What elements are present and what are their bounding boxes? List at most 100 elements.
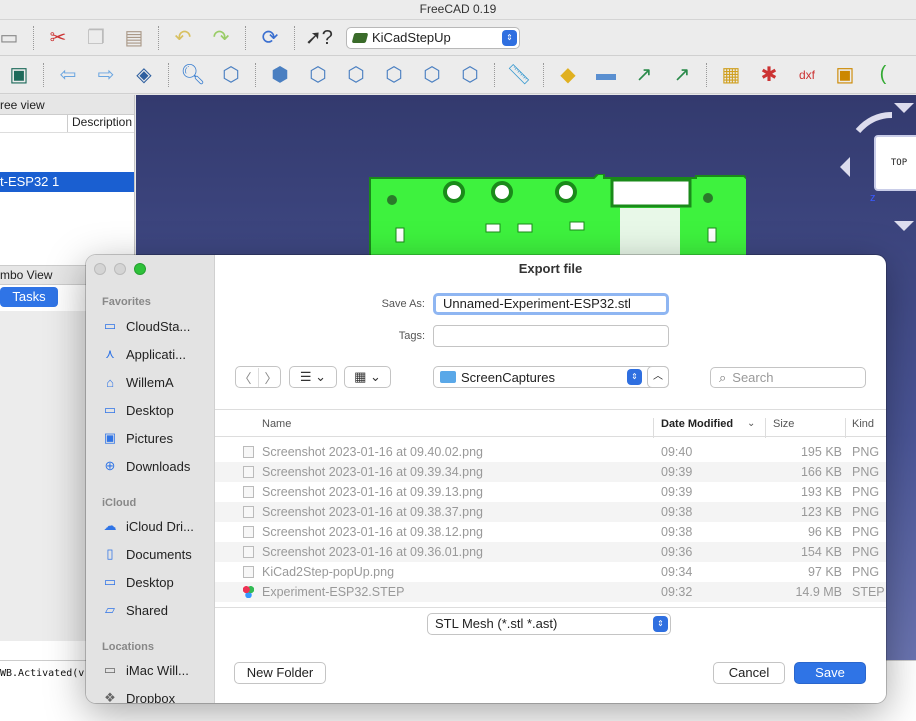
front-view-icon[interactable]: ⬢ — [265, 61, 295, 89]
chevron-left-icon[interactable]: 〈 — [232, 367, 259, 387]
undo-icon[interactable]: ↶ — [168, 24, 198, 52]
column-name[interactable]: Name — [262, 418, 291, 430]
column-size[interactable]: Size — [773, 418, 794, 430]
sidebar-item-shared[interactable]: ▱ Shared — [102, 600, 212, 620]
save-as-field[interactable]: Unnamed-Experiment-ESP32.stl — [433, 293, 669, 315]
search-placeholder: Search — [732, 370, 774, 385]
format-label: STL Mesh (*.stl *.ast) — [435, 616, 558, 631]
sidebar-item-documents[interactable]: ▯ Documents — [102, 544, 212, 564]
dropbox-icon: ❖ — [104, 690, 116, 703]
cut-icon[interactable]: ✂ — [43, 24, 73, 52]
file-row[interactable]: Screenshot 2023-01-16 at 09.39.34.png 09:… — [215, 462, 886, 482]
measure-icon[interactable]: 📏︎ — [504, 61, 534, 89]
downloads-icon: ⊕ — [104, 458, 116, 473]
location-select[interactable]: ScreenCaptures ⇕ — [433, 366, 669, 388]
home-icon: ⌂ — [106, 374, 114, 390]
zoom-icon[interactable]: 🔍︎ — [178, 61, 208, 89]
group-view-button[interactable]: ▦ ⌄ — [344, 366, 391, 388]
format-select[interactable]: STL Mesh (*.stl *.ast) ⇕ — [427, 613, 671, 635]
isometric-view-icon[interactable]: ⬡ — [216, 61, 246, 89]
frame-icon[interactable]: ▣ — [830, 61, 860, 89]
file-row[interactable]: Screenshot 2023-01-16 at 09.36.01.png 09:… — [215, 542, 886, 562]
file-row[interactable]: Screenshot 2023-01-16 at 09.39.13.png 09:… — [215, 482, 886, 502]
file-row[interactable]: KiCad2Step-popUp.png 09:34 97 KB PNG — [215, 562, 886, 582]
toolbar-separator — [245, 25, 246, 50]
console-text: WB.Activated(v — [0, 668, 85, 679]
file-row[interactable]: Screenshot 2023-01-16 at 09.38.37.png 09:… — [215, 502, 886, 522]
save-icon[interactable]: ▭ — [0, 24, 24, 52]
image-file-icon — [243, 546, 254, 558]
link-actions-icon[interactable]: ↗ — [667, 61, 697, 89]
toolbar-separator — [255, 62, 256, 87]
whats-this-icon[interactable]: ➚? — [304, 24, 334, 52]
forward-arrow-icon[interactable]: ⇨ — [91, 61, 121, 89]
back-forward-buttons[interactable]: 〈 〉 — [235, 366, 281, 388]
file-row[interactable]: Experiment-ESP32.STEP 09:32 14.9 MB STEP — [215, 582, 886, 602]
toolbar-separator — [158, 25, 159, 50]
fit-all-icon[interactable]: ▣ — [4, 61, 34, 89]
list-view-button[interactable]: ☰ ⌄ — [289, 366, 337, 388]
pictures-icon: ▣ — [103, 430, 117, 445]
zoom-window-button[interactable] — [134, 263, 146, 275]
more-icon[interactable]: ( — [868, 61, 898, 89]
left-view-icon[interactable]: ⬡ — [455, 61, 485, 89]
file-size: 96 KB — [807, 525, 842, 539]
save-button[interactable]: Save — [794, 662, 866, 684]
workbench-select[interactable]: KiCadStepUp ⇕ — [346, 26, 520, 49]
file-name: Screenshot 2023-01-16 at 09.38.12.png — [262, 525, 484, 539]
navcube-arrows[interactable] — [836, 101, 916, 237]
rear-view-icon[interactable]: ⬡ — [379, 61, 409, 89]
label-column[interactable] — [0, 115, 68, 132]
cancel-button[interactable]: Cancel — [713, 662, 785, 684]
sidebar-item-pictures[interactable]: ▣ Pictures — [102, 428, 212, 448]
folder-icon[interactable]: ▬ — [591, 61, 621, 89]
file-size: 166 KB — [800, 465, 842, 479]
link-icon[interactable]: ↗ — [629, 61, 659, 89]
sidebar-item-imac[interactable]: ▭ iMac Will... — [102, 660, 212, 680]
sidebar-item-cloudstation[interactable]: ▭ CloudSta... — [102, 316, 212, 336]
file-row[interactable]: Screenshot 2023-01-16 at 09.40.02.png 09:… — [215, 442, 886, 462]
column-date-modified[interactable]: Date Modified — [661, 418, 733, 430]
bottom-view-icon[interactable]: ⬡ — [417, 61, 447, 89]
back-arrow-icon[interactable]: ⇦ — [53, 61, 83, 89]
copy-icon[interactable]: ❐ — [81, 24, 111, 52]
tags-field[interactable] — [433, 325, 669, 347]
sidebar-item-applications[interactable]: ⋏ Applicati... — [102, 344, 212, 364]
close-window-button[interactable] — [94, 263, 106, 275]
draw-style-icon[interactable]: ◈ — [129, 61, 159, 89]
file-kind: PNG — [852, 445, 880, 459]
right-view-icon[interactable]: ⬡ — [341, 61, 371, 89]
chevron-right-icon[interactable]: 〉 — [259, 368, 284, 387]
collapse-button[interactable]: ︿ — [647, 366, 669, 388]
sidebar-item-home[interactable]: ⌂ WillemA — [102, 372, 212, 392]
sidebar-item-dropbox[interactable]: ❖ Dropbox — [102, 688, 212, 703]
sidebar-item-downloads[interactable]: ⊕ Downloads — [102, 456, 212, 476]
load-board-icon[interactable]: ▦ — [716, 61, 746, 89]
description-column[interactable]: Description — [68, 115, 132, 132]
minimize-window-button[interactable] — [114, 263, 126, 275]
top-view-icon[interactable]: ⬡ — [303, 61, 333, 89]
load-footprint-icon[interactable]: ✱ — [754, 61, 784, 89]
sidebar-item-label: iMac Will... — [126, 662, 189, 678]
tags-label: Tags: — [398, 330, 425, 342]
search-field[interactable]: ⌕ Search — [710, 367, 866, 388]
file-row[interactable]: Screenshot 2023-01-16 at 09.38.12.png 09:… — [215, 522, 886, 542]
file-name: Screenshot 2023-01-16 at 09.39.13.png — [262, 485, 484, 499]
sidebar-item-icloud-desktop[interactable]: ▭ Desktop — [102, 572, 212, 592]
tab-tasks[interactable]: Tasks — [0, 287, 58, 307]
sidebar-item-icloud-drive[interactable]: ☁ iCloud Dri... — [102, 516, 212, 536]
favorites-header: Favorites — [102, 296, 151, 308]
dxf-icon[interactable]: dxf — [792, 61, 822, 89]
tree-column-header: Description — [0, 115, 134, 133]
new-folder-button[interactable]: New Folder — [234, 662, 326, 684]
paste-icon[interactable]: ▤ — [119, 24, 149, 52]
sidebar-item-desktop[interactable]: ▭ Desktop — [102, 400, 212, 420]
tree-item-selected[interactable]: t-ESP32 1 — [0, 172, 134, 192]
toolbar-separator — [33, 25, 34, 50]
refresh-icon[interactable]: ⟳ — [255, 24, 285, 52]
part-icon[interactable]: ◆ — [553, 61, 583, 89]
image-file-icon — [243, 526, 254, 538]
toolbar-separator — [543, 62, 544, 87]
column-kind[interactable]: Kind — [852, 418, 874, 430]
redo-icon[interactable]: ↷ — [206, 24, 236, 52]
